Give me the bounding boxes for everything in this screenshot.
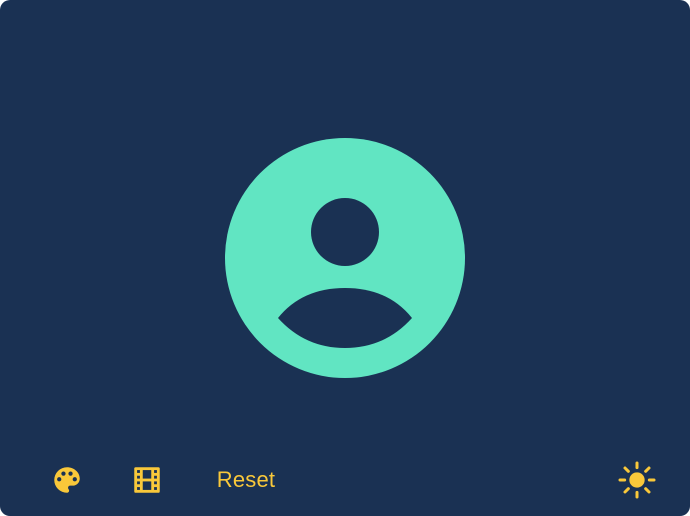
- film-icon: [134, 467, 160, 493]
- reset-button[interactable]: Reset: [204, 456, 288, 504]
- film-button[interactable]: [126, 456, 168, 504]
- bottom-toolbar: Reset: [0, 456, 690, 504]
- theme-toggle-button[interactable]: [614, 456, 660, 504]
- avatar: [225, 138, 465, 378]
- app-window: Reset: [0, 0, 690, 516]
- palette-button[interactable]: [46, 456, 88, 504]
- palette-icon: [54, 467, 80, 493]
- account-circle-icon: [225, 138, 465, 378]
- sun-icon: [618, 461, 656, 499]
